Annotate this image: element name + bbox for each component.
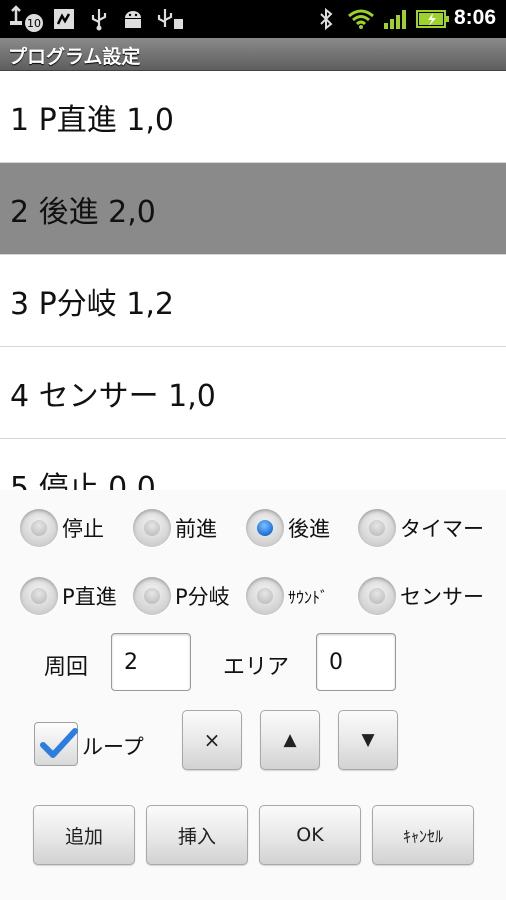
program-list: 1 P直進 1,0 2 後進 2,0 3 P分岐 1,2 4 センサー 1,0 … xyxy=(0,71,506,501)
radio-button-selected-icon[interactable] xyxy=(246,509,284,547)
program-row-3[interactable]: 3 P分岐 1,2 xyxy=(0,255,506,347)
android-icon xyxy=(120,8,146,30)
radio-sound[interactable]: ｻｳﾝﾄﾞ xyxy=(246,574,328,618)
radio-button-icon[interactable] xyxy=(358,577,396,615)
area-input[interactable]: 0 xyxy=(316,633,396,691)
delete-button[interactable]: × xyxy=(182,710,242,770)
loop-count-label: 周回 xyxy=(44,655,89,680)
radio-timer[interactable]: タイマー xyxy=(358,506,484,550)
radio-forward[interactable]: 前進 xyxy=(133,506,217,550)
area-label: エリア xyxy=(223,655,290,680)
radio-stop[interactable]: 停止 xyxy=(20,506,104,550)
radio-label: 後進 xyxy=(288,517,330,541)
ok-button[interactable]: OK xyxy=(259,805,361,865)
radio-label: 前進 xyxy=(175,517,217,541)
move-up-button[interactable]: ▲ xyxy=(260,710,320,770)
wifi-icon xyxy=(346,8,376,30)
radio-label: P直進 xyxy=(62,585,117,609)
radio-button-icon[interactable] xyxy=(246,577,284,615)
cancel-button[interactable]: ｷｬﾝｾﾙ xyxy=(372,805,474,865)
radio-sensor[interactable]: センサー xyxy=(358,574,484,618)
radio-label: P分岐 xyxy=(175,585,230,609)
arrow-down-icon: ▼ xyxy=(361,730,375,750)
program-row-4[interactable]: 4 センサー 1,0 xyxy=(0,347,506,439)
usb-icon xyxy=(88,8,110,31)
title-bar: プログラム設定 xyxy=(0,38,506,71)
radio-backward[interactable]: 後進 xyxy=(246,506,330,550)
radio-button-icon[interactable] xyxy=(133,577,171,615)
loop-count-input[interactable]: 2 xyxy=(111,633,191,691)
loop-checkbox-label: ループ xyxy=(82,735,144,759)
radio-label: ｻｳﾝﾄﾞ xyxy=(288,588,329,607)
checkmark-icon xyxy=(40,728,78,758)
add-button[interactable]: 追加 xyxy=(33,805,135,865)
program-row-1[interactable]: 1 P直進 1,0 xyxy=(0,71,506,163)
radio-label: タイマー xyxy=(400,517,484,541)
radio-p-branch[interactable]: P分岐 xyxy=(133,574,230,618)
notification-icon: 10 xyxy=(8,5,44,32)
usb-debug-icon xyxy=(156,8,184,30)
status-bar: 10 8:06 xyxy=(0,0,506,38)
app-icon xyxy=(52,8,76,30)
move-down-button[interactable]: ▼ xyxy=(338,710,398,770)
arrow-up-icon: ▲ xyxy=(283,730,297,750)
radio-label: センサー xyxy=(400,585,484,609)
bluetooth-icon xyxy=(316,7,336,31)
notification-badge: 10 xyxy=(27,17,41,30)
loop-checkbox[interactable] xyxy=(34,722,78,766)
close-icon: × xyxy=(203,728,221,752)
signal-icon xyxy=(382,8,410,30)
radio-p-straight[interactable]: P直進 xyxy=(20,574,117,618)
clock: 8:06 xyxy=(453,6,496,29)
radio-button-icon[interactable] xyxy=(358,509,396,547)
radio-button-icon[interactable] xyxy=(20,509,58,547)
insert-button[interactable]: 挿入 xyxy=(146,805,248,865)
radio-button-icon[interactable] xyxy=(20,577,58,615)
program-row-2[interactable]: 2 後進 2,0 xyxy=(0,163,506,255)
radio-label: 停止 xyxy=(62,517,104,541)
radio-button-icon[interactable] xyxy=(133,509,171,547)
window-title: プログラム設定 xyxy=(8,46,141,68)
battery-icon xyxy=(416,8,450,30)
